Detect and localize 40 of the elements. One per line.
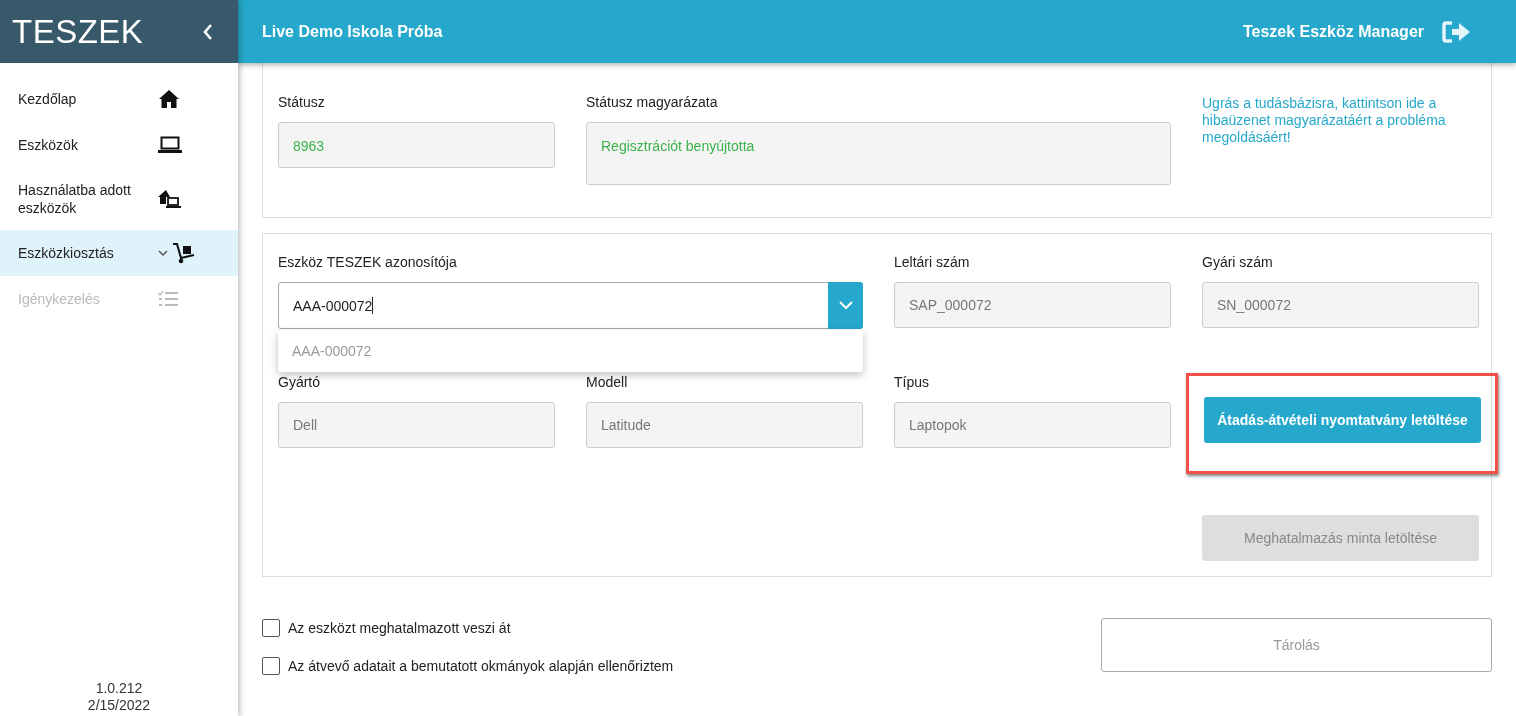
house-laptop-icon	[158, 189, 182, 209]
sidebar-item[interactable]: Eszközök	[0, 122, 238, 168]
field-label: Státusz	[278, 94, 326, 112]
checkbox[interactable]	[262, 657, 280, 675]
chevron-down-icon	[838, 301, 853, 310]
field-label: Státusz magyarázata	[586, 94, 719, 112]
checkbox-label: Az eszközt meghatalmazott veszi át	[288, 620, 511, 636]
checklist-icon	[158, 291, 178, 307]
logo-text: TESZEK	[12, 12, 144, 51]
device-id-dropdown[interactable]: AAA-000072	[278, 282, 863, 329]
status-explanation-field: Regisztrációt benyújtotta	[586, 122, 1171, 185]
field-label: Gyári szám	[1202, 254, 1274, 272]
readonly-field: SN_000072	[1202, 282, 1479, 328]
download-form-button[interactable]: Átadás-átvételi nyomtatvány letöltése	[1204, 397, 1481, 443]
field-label: Típus	[894, 374, 930, 392]
sidebar-item[interactable]: Kezdőlap	[0, 76, 238, 122]
field-label: Leltári szám	[894, 254, 971, 272]
readonly-field: SAP_000072	[894, 282, 1171, 328]
sidebar-item[interactable]: Használatba adott eszközök	[0, 168, 238, 230]
chevron-left-icon[interactable]	[202, 22, 214, 41]
laptop-icon	[158, 136, 182, 154]
home-icon	[158, 89, 180, 109]
dropdown-option[interactable]: AAA-000072	[278, 330, 863, 372]
readonly-field: Latitude	[586, 402, 863, 448]
hand-truck-icon	[172, 242, 196, 264]
field-label: Gyártó	[278, 374, 321, 392]
field-label: Eszköz TESZEK azonosítója	[278, 254, 458, 272]
readonly-field: Laptopok	[894, 402, 1171, 448]
sidebar-item[interactable]: Eszközkiosztás	[0, 230, 238, 276]
app-name: Teszek Eszköz Manager	[1242, 22, 1424, 41]
school-title: Live Demo Iskola Próba	[262, 22, 444, 41]
field-label: Modell	[586, 374, 629, 392]
checkbox[interactable]	[262, 619, 280, 637]
status-field: 8963	[278, 122, 555, 168]
version-text: 1.0.212	[95, 680, 143, 697]
dropdown-toggle[interactable]	[828, 282, 863, 329]
readonly-field: Dell	[278, 402, 555, 448]
date-text: 2/15/2022	[87, 697, 151, 714]
knowledge-base-link[interactable]: Ugrás a tudásbázisra, kattintson ide a hibaüzenet magyarázatáért a probléma megoldásáért!	[1202, 95, 1479, 146]
checkbox-label: Az átvevő adatait a bemutatott okmányok alapján ellenőriztem	[288, 658, 674, 674]
